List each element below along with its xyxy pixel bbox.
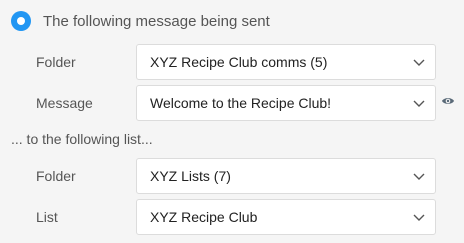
message-select[interactable]: Welcome to the Recipe Club! [136,85,436,121]
list-value: XYZ Recipe Club [150,209,258,225]
chevron-down-icon [413,173,425,180]
chevron-down-icon [413,59,425,66]
list-folder-select[interactable]: XYZ Lists (7) [136,158,436,194]
radio-dot [17,17,25,25]
eye-icon[interactable] [441,96,455,106]
list-section-heading: ... to the following list... [11,131,153,147]
radio-button-selected[interactable] [11,11,31,31]
message-sent-option[interactable]: The following message being sent [11,10,270,32]
message-folder-select[interactable]: XYZ Recipe Club comms (5) [136,44,436,80]
list-folder-label: Folder [36,168,76,184]
list-folder-value: XYZ Lists (7) [150,168,231,184]
option-label: The following message being sent [43,12,270,30]
message-label: Message [36,95,93,111]
chevron-down-icon [413,214,425,221]
chevron-down-icon [413,100,425,107]
message-folder-label: Folder [36,54,76,70]
list-select[interactable]: XYZ Recipe Club [136,199,436,235]
message-value: Welcome to the Recipe Club! [150,95,332,111]
list-label: List [36,209,58,225]
message-folder-value: XYZ Recipe Club comms (5) [150,54,328,70]
